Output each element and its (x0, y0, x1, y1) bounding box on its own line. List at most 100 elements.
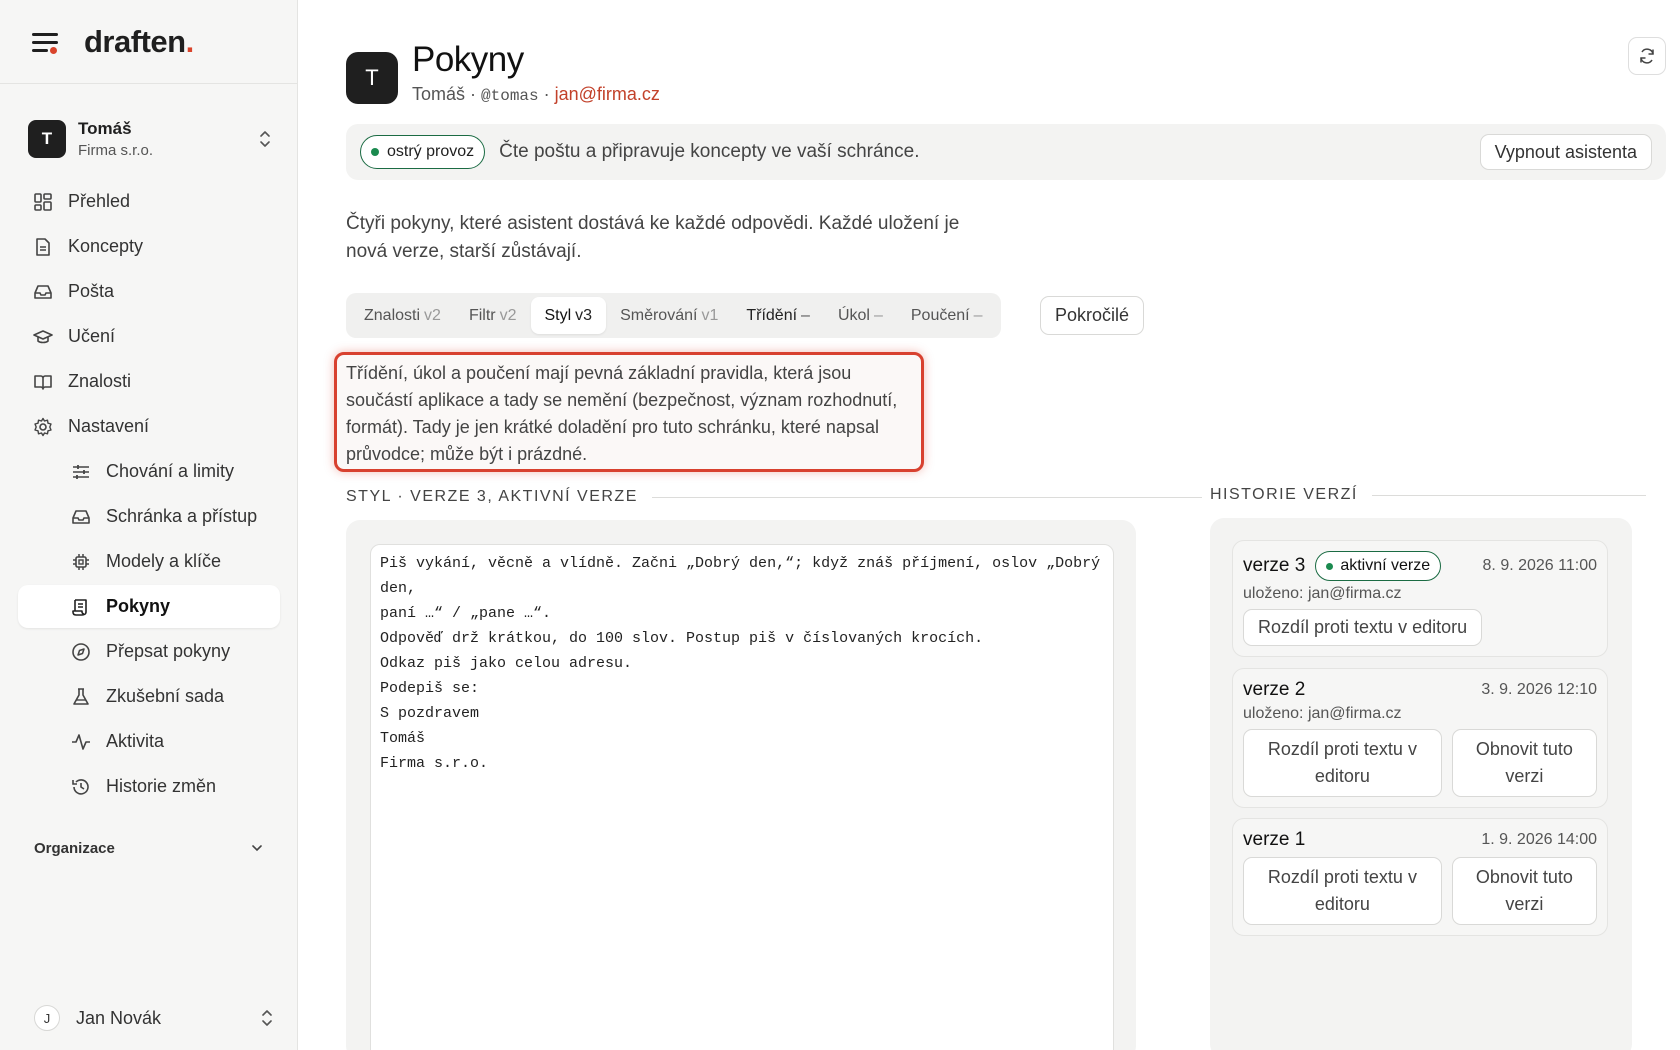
sidebar-item-label: Zkušební sada (106, 686, 225, 706)
sidebar-item-historie-zmen[interactable]: Historie změn (18, 765, 280, 808)
version-date: 3. 9. 2026 12:10 (1481, 681, 1597, 698)
avatar: J (34, 1005, 60, 1031)
editor-panel: Piš vykání, věcně a vlídně. Začni „Dobrý… (346, 520, 1136, 1050)
document-icon (32, 236, 54, 258)
chevron-updown-icon (262, 1010, 272, 1026)
sidebar-item-modely-a-klice[interactable]: Modely a klíče (18, 540, 280, 583)
history-icon (70, 776, 92, 798)
version-title: verze 3 (1243, 555, 1306, 576)
editor-section-label: STYL · VERZE 3, AKTIVNÍ VERZE (346, 488, 1202, 506)
sidebar-item-pokyny[interactable]: Pokyny (18, 585, 280, 628)
sidebar-item-label: Přehled (68, 191, 131, 211)
restore-version-button[interactable]: Obnovit tuto verzi (1451, 857, 1597, 925)
diff-button[interactable]: Rozdíl proti textu v editoru (1243, 609, 1483, 646)
sidebar-item-zkusebni-sada[interactable]: Zkušební sada (18, 675, 280, 718)
sidebar-item-prehled[interactable]: Přehled (18, 180, 280, 223)
fixed-rules-note: Třídění, úkol a poučení mají pevná zákla… (334, 352, 924, 472)
page-title: Pokyny (412, 40, 524, 79)
version-saved-by: uloženo: jan@firma.cz (1243, 705, 1402, 722)
account-org: Firma s.r.o. (78, 142, 154, 159)
diff-button[interactable]: Rozdíl proti textu v editoru (1243, 857, 1442, 925)
diff-button[interactable]: Rozdíl proti textu v editoru (1243, 729, 1442, 797)
active-version-badge: aktivní verze (1315, 551, 1442, 581)
version-date: 1. 9. 2026 14:00 (1481, 831, 1597, 848)
sidebar-item-label: Přepsat pokyny (106, 641, 231, 661)
page-avatar: T (346, 51, 398, 104)
sidebar-nav: Přehled Koncepty Pošta Učení Znalosti Na… (18, 180, 280, 866)
chevron-down-icon (252, 845, 262, 852)
sidebar-item-koncepty[interactable]: Koncepty (18, 225, 280, 268)
sidebar-item-nastaveni[interactable]: Nastavení (18, 405, 280, 448)
page-subtitle: Tomáš · @tomas · jan@firma.cz (412, 84, 660, 105)
version-card: verze 3 aktivní verze 8. 9. 2026 11:00 u… (1232, 540, 1608, 657)
sidebar-item-chovani-a-limity[interactable]: Chování a limity (18, 450, 280, 493)
sidebar-item-label: Chování a limity (106, 461, 235, 481)
page-header: T Pokyny Tomáš · @tomas · jan@firma.cz (346, 40, 660, 105)
sidebar-item-label: Nastavení (68, 416, 150, 436)
chip-icon (70, 551, 92, 573)
sidebar-item-uceni[interactable]: Učení (18, 315, 280, 358)
refresh-button[interactable] (1628, 37, 1666, 75)
section-label: Organizace (34, 839, 115, 857)
version-title: verze 2 (1243, 679, 1306, 700)
status-text: Čte poštu a připravuje koncepty ve vaší … (499, 141, 920, 162)
scroll-icon (70, 596, 92, 618)
intro-text: Čtyři pokyny, které asistent dostává ke … (346, 213, 960, 262)
sidebar: draften. T Tomáš Firma s.r.o. Přehled Ko… (0, 0, 298, 1050)
instruction-editor[interactable]: Piš vykání, věcně a vlídně. Začni „Dobrý… (370, 544, 1114, 1050)
brand-bar: draften. (0, 0, 297, 84)
sidebar-item-posta[interactable]: Pošta (18, 270, 280, 313)
gear-icon (32, 416, 54, 438)
chevron-updown-icon (260, 131, 270, 147)
sidebar-item-znalosti[interactable]: Znalosti (18, 360, 280, 403)
sidebar-item-prepsat-pokyny[interactable]: Přepsat pokyny (18, 630, 280, 673)
tab-ukol[interactable]: Úkol – (824, 297, 897, 334)
version-date: 8. 9. 2026 11:00 (1482, 557, 1597, 574)
tab-filtr[interactable]: Filtr v2 (455, 297, 531, 334)
menu-icon[interactable] (32, 31, 60, 54)
sidebar-item-label: Historie změn (106, 776, 217, 796)
sidebar-item-label: Pokyny (106, 596, 171, 616)
user-email[interactable]: jan@firma.cz (555, 84, 660, 104)
user-menu[interactable]: J Jan Novák (34, 1003, 274, 1033)
inbox-icon (70, 506, 92, 528)
grid-icon (32, 191, 54, 213)
main-content: T Pokyny Tomáš · @tomas · jan@firma.cz o… (298, 0, 1680, 1050)
status-badge: ostrý provoz (360, 135, 486, 169)
tab-styl[interactable]: Styl v3 (530, 297, 607, 334)
disable-assistant-button[interactable]: Vypnout asistenta (1479, 134, 1652, 170)
assistant-status-bar: ostrý provoz Čte poštu a připravuje konc… (346, 124, 1666, 180)
tab-trideni[interactable]: Třídění – (732, 297, 824, 334)
sidebar-item-label: Schránka a přístup (106, 506, 258, 526)
graduation-cap-icon (32, 326, 54, 348)
sidebar-item-label: Znalosti (68, 371, 132, 391)
account-avatar: T (28, 120, 66, 158)
account-name: Tomáš (78, 119, 132, 138)
sliders-icon (70, 461, 92, 483)
instruction-tabs: Znalosti v2 Filtr v2 Styl v3 Směrování v1 Tř… (346, 293, 1001, 338)
sidebar-section-organizace[interactable]: Organizace (18, 830, 280, 866)
version-saved-by: uloženo: jan@firma.cz (1243, 585, 1402, 602)
sidebar-item-label: Aktivita (106, 731, 165, 751)
logo[interactable]: draften. (84, 24, 194, 60)
sidebar-item-label: Pošta (68, 281, 115, 301)
history-section-label: HISTORIE VERZÍ (1210, 486, 1646, 504)
activity-icon (70, 731, 92, 753)
sidebar-item-label: Učení (68, 326, 116, 346)
sidebar-item-aktivita[interactable]: Aktivita (18, 720, 280, 763)
advanced-button[interactable]: Pokročilé (1040, 296, 1145, 335)
compass-icon (70, 641, 92, 663)
sidebar-item-schranka-a-pristup[interactable]: Schránka a přístup (18, 495, 280, 538)
tab-smerovani[interactable]: Směrování v1 (606, 297, 732, 334)
sidebar-item-label: Koncepty (68, 236, 144, 256)
version-card: verze 1 1. 9. 2026 14:00 Rozdíl proti te… (1232, 818, 1608, 936)
version-history-panel: verze 3 aktivní verze 8. 9. 2026 11:00 u… (1210, 518, 1632, 1050)
user-name: Jan Novák (76, 1007, 162, 1028)
restore-version-button[interactable]: Obnovit tuto verzi (1451, 729, 1597, 797)
version-card: verze 2 3. 9. 2026 12:10 uloženo: jan@fi… (1232, 668, 1608, 808)
inbox-icon (32, 281, 54, 303)
account-switcher[interactable]: T Tomáš Firma s.r.o. (28, 117, 278, 161)
tab-znalosti[interactable]: Znalosti v2 (350, 297, 455, 334)
flask-icon (70, 686, 92, 708)
tab-pouceni[interactable]: Poučení – (897, 297, 997, 334)
